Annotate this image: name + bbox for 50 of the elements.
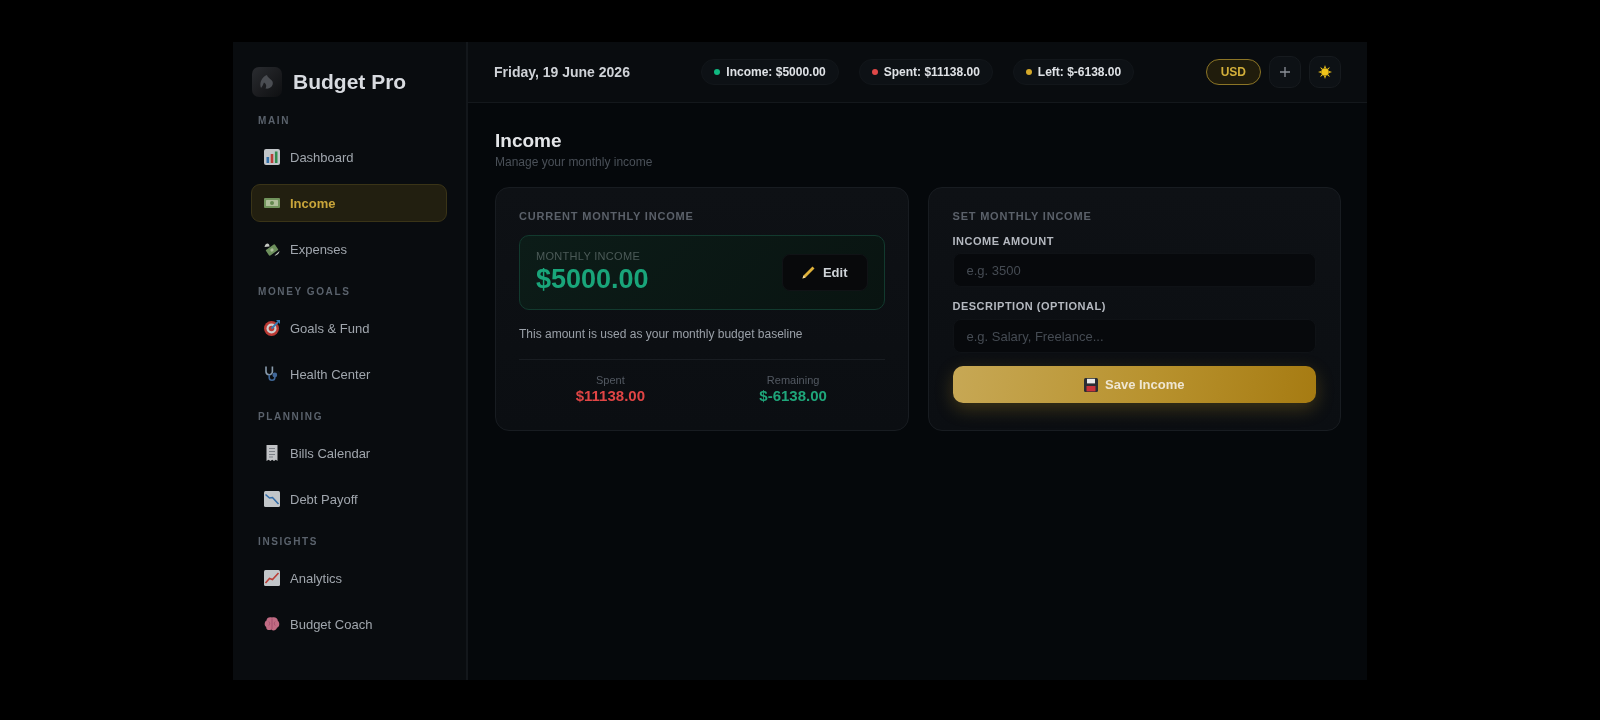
theme-toggle-button[interactable] [1309, 56, 1341, 88]
summary-text: Left: $-6138.00 [1037, 65, 1122, 79]
stat-value: $11138.00 [575, 387, 645, 405]
stat-value: $-6138.00 [759, 387, 827, 405]
section-heading: PLANNING [257, 411, 325, 423]
falling-chart-icon [264, 491, 280, 507]
section-heading: MAIN [257, 115, 291, 127]
logo-icon [252, 67, 282, 97]
plus-icon [1280, 67, 1290, 77]
summary-text: Income: $5000.00 [726, 65, 826, 79]
card-heading: SET MONTHLY INCOME [952, 210, 1093, 223]
bar-chart-icon [264, 149, 280, 165]
income-amount: $5000.00 [536, 263, 649, 295]
pencil-icon [801, 265, 816, 279]
nav-item[interactable]: Budget Coach [251, 605, 447, 643]
amount-label: MONTHLY INCOME [536, 249, 642, 263]
rising-chart-icon [264, 570, 280, 586]
nav-item[interactable]: Goals & Fund [251, 309, 447, 347]
input-field[interactable]: e.g. 3500 [952, 253, 1316, 287]
card-note: This amount is used as your monthly budget baseline [519, 327, 804, 342]
nav-item[interactable]: Expenses [251, 230, 447, 268]
target-icon [264, 320, 280, 336]
nav-item[interactable]: Health Center [251, 355, 447, 393]
stethoscope-icon [264, 366, 280, 382]
app-name: Budget Pro [293, 70, 407, 94]
section-heading: MONEY GOALS [257, 286, 352, 298]
nav-item[interactable]: Dashboard [251, 138, 447, 176]
add-button[interactable] [1269, 56, 1301, 88]
brain-icon [264, 616, 280, 632]
stat-label: Remaining [766, 373, 820, 387]
date-label: Friday, 19 June 2026 [494, 64, 630, 80]
flying-money-icon [264, 241, 280, 257]
summary-text: Spent: $11138.00 [883, 65, 980, 79]
sun-icon [1318, 65, 1332, 79]
card-heading: CURRENT MONTHLY INCOME [519, 210, 695, 223]
field-label: DESCRIPTION (OPTIONAL) [952, 300, 1107, 313]
nav-item[interactable]: Bills Calendar [251, 434, 447, 472]
section-heading: INSIGHTS [257, 536, 320, 548]
stat-label: Spent [596, 373, 625, 387]
edit-button[interactable]: Edit [781, 253, 868, 291]
receipt-icon [264, 445, 280, 461]
field-label: INCOME AMOUNT [952, 235, 1055, 248]
page-subtitle: Manage your monthly income [495, 155, 654, 169]
banknote-icon [264, 195, 280, 211]
input-field[interactable]: e.g. Salary, Freelance... [952, 319, 1316, 353]
page-title: Income [495, 130, 563, 152]
currency-button[interactable]: USD [1205, 59, 1261, 85]
nav-item[interactable]: Income [251, 184, 447, 222]
nav-item[interactable]: Debt Payoff [251, 480, 447, 518]
nav-item[interactable]: Analytics [251, 559, 447, 597]
